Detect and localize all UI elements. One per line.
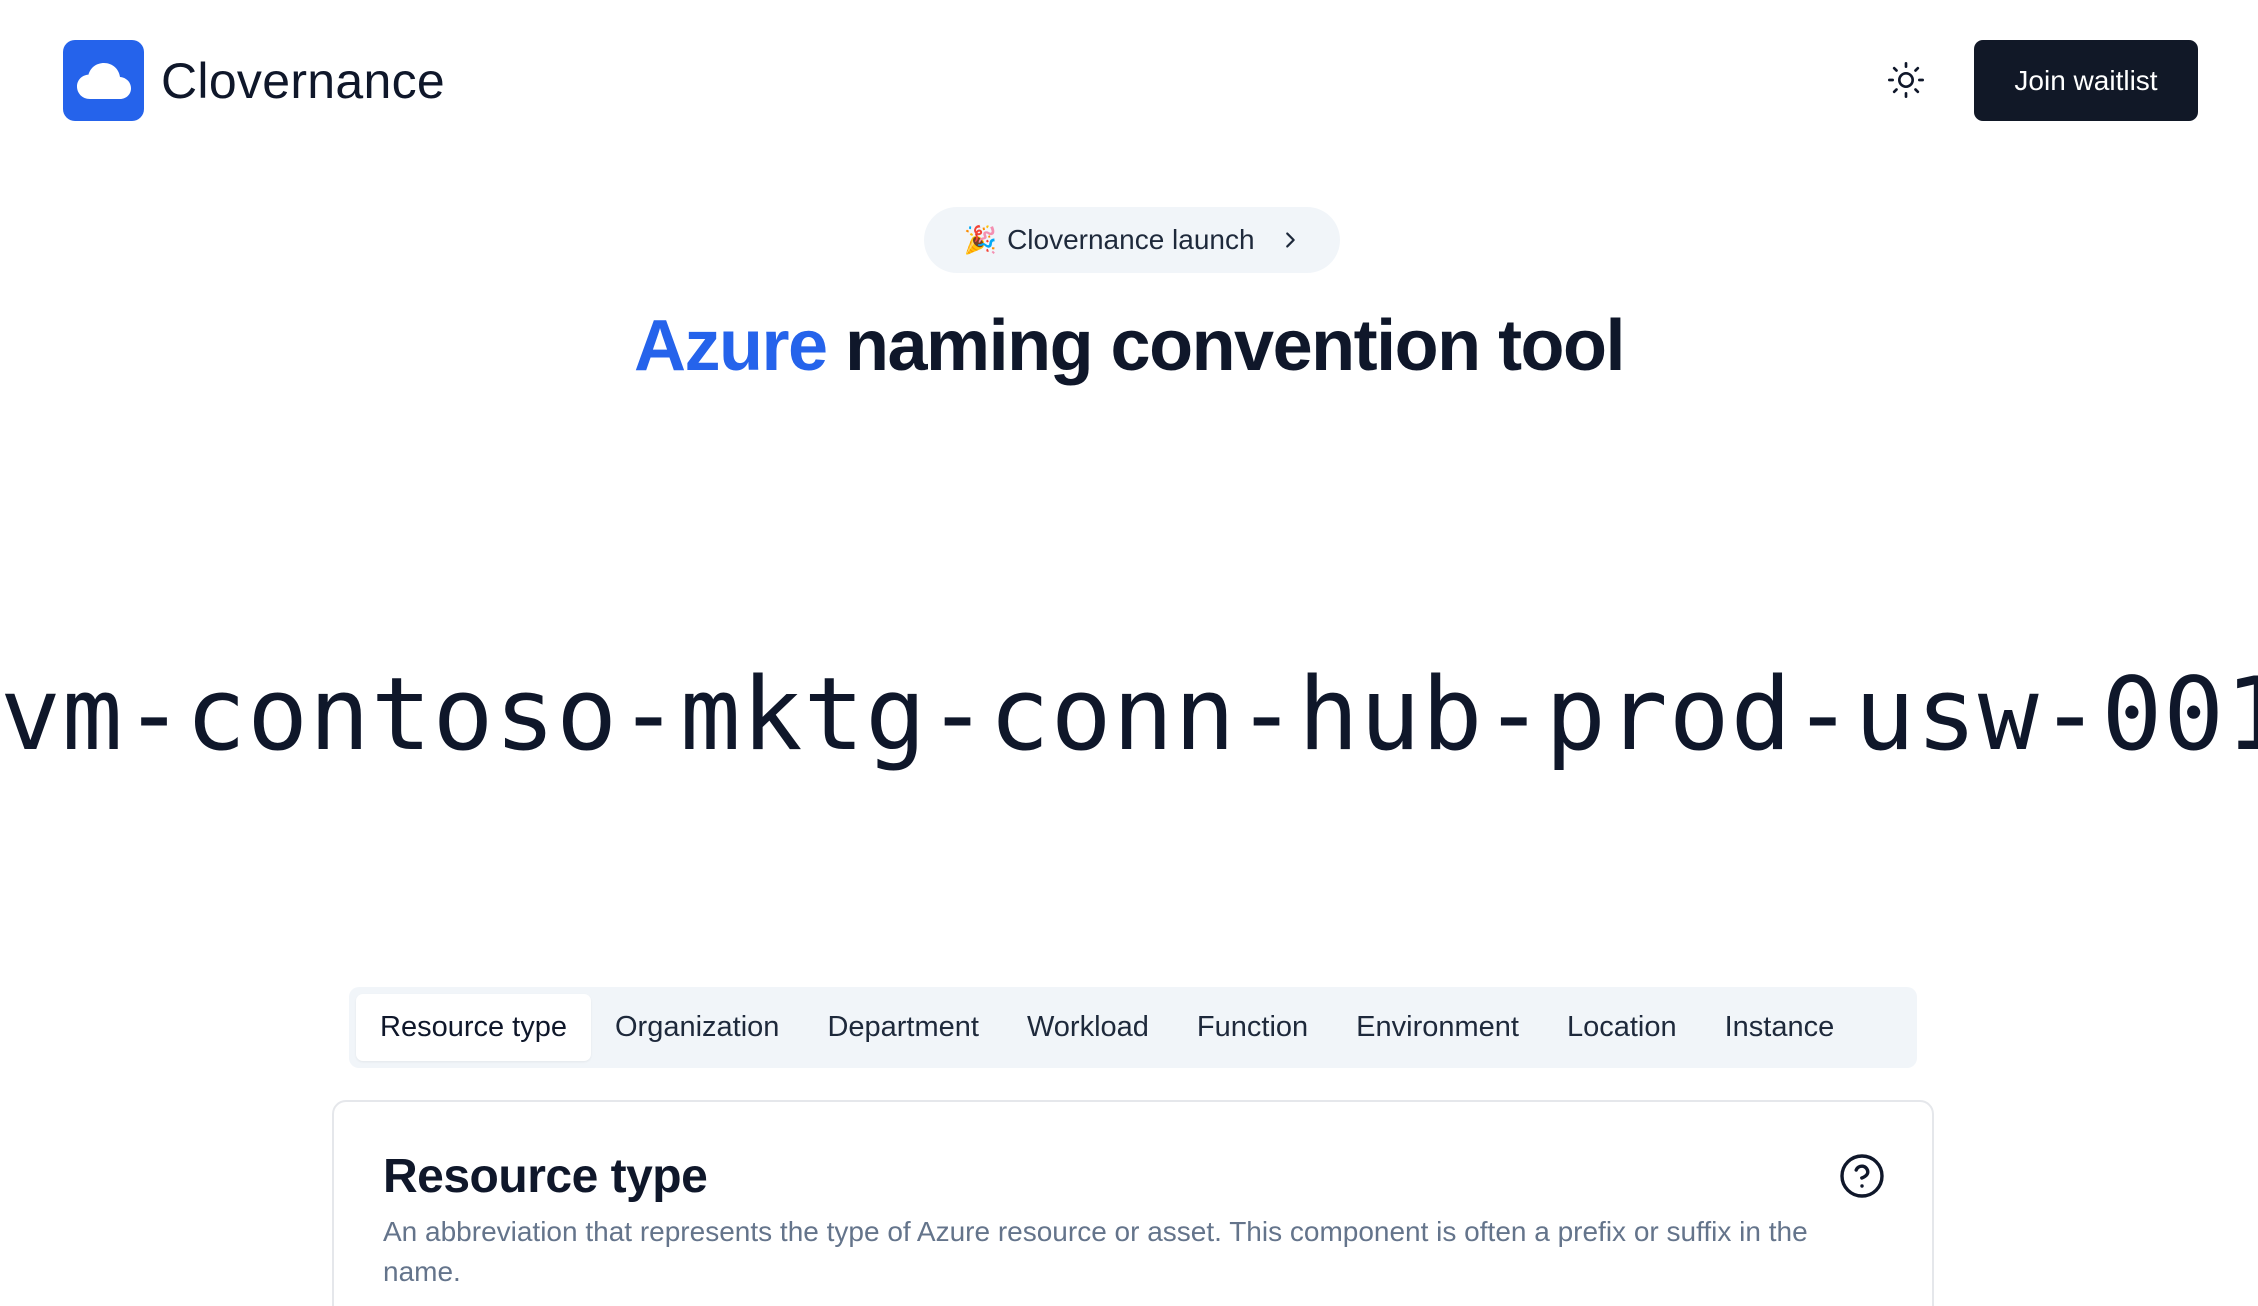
cloud-icon xyxy=(63,40,144,121)
tab-instance[interactable]: Instance xyxy=(1701,994,1859,1061)
brand-name: Clovernance xyxy=(161,52,446,109)
tab-function[interactable]: Function xyxy=(1173,994,1332,1061)
card-title: Resource type xyxy=(383,1150,708,1203)
title-rest: naming convention tool xyxy=(826,306,1625,386)
tab-environment[interactable]: Environment xyxy=(1332,994,1543,1061)
page: Clovernance Join waitlist 🎉 Clovernance … xyxy=(0,0,2258,1306)
title-accent: Azure xyxy=(633,306,828,386)
question-circle-icon[interactable] xyxy=(1838,1152,1886,1200)
card-description: An abbreviation that represents the type… xyxy=(383,1216,1808,1287)
page-title: Azure naming convention tool xyxy=(0,305,2258,387)
resource-type-card: Resource type An abbreviation that repre… xyxy=(332,1100,1934,1306)
join-waitlist-button[interactable]: Join waitlist xyxy=(1974,40,2198,121)
tab-organization[interactable]: Organization xyxy=(591,994,803,1061)
party-popper-icon: 🎉 xyxy=(963,225,998,255)
sun-icon xyxy=(1888,62,1924,98)
tab-workload[interactable]: Workload xyxy=(1003,994,1173,1061)
generated-resource-name[interactable]: vm-contoso-mktg-conn-hub-prod-usw-001 xyxy=(0,655,2258,773)
chevron-right-icon xyxy=(1279,229,1301,251)
tab-department[interactable]: Department xyxy=(803,994,1003,1061)
theme-toggle-button[interactable] xyxy=(1880,54,1932,106)
brand-logo[interactable]: Clovernance xyxy=(63,40,445,121)
component-tabs: Resource type Organization Department Wo… xyxy=(349,987,1917,1068)
launch-label: Clovernance launch xyxy=(1007,224,1255,255)
tab-location[interactable]: Location xyxy=(1543,994,1701,1061)
launch-announcement-link[interactable]: 🎉 Clovernance launch xyxy=(924,207,1340,273)
tab-resource-type[interactable]: Resource type xyxy=(356,994,591,1061)
